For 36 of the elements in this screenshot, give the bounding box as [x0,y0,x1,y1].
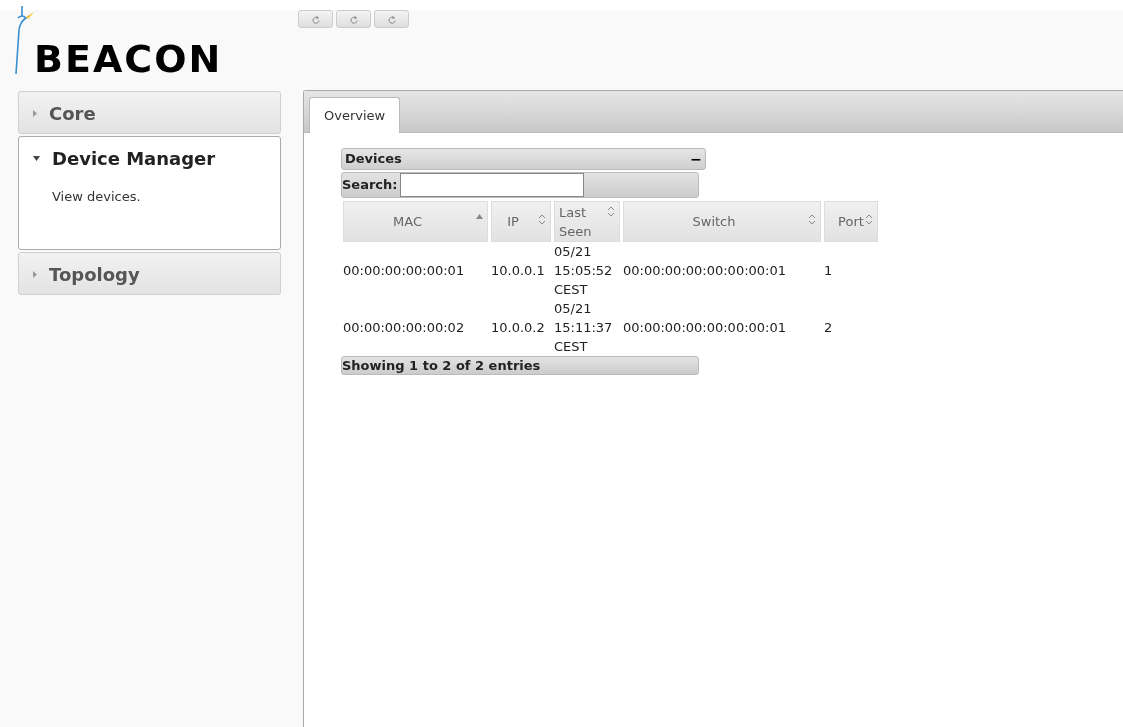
table-cell-text: 00:00:00:00:00:00:00:01 [623,319,787,337]
refresh-button[interactable] [374,10,410,28]
table-cell-text: 05/21 15:11:37 CEST [554,300,614,356]
caret-right-icon [33,109,37,117]
section-description: View devices. [51,188,141,206]
table-cell-text: 00:00:00:00:00:02 [343,319,466,337]
column-header[interactable]: Switch [623,201,821,242]
caret-right-icon [33,270,37,278]
accordion-header[interactable]: Device Manager [19,137,280,179]
column-header[interactable]: MAC [343,201,488,242]
accordion-header[interactable]: Topology [19,253,280,295]
refresh-button[interactable] [298,10,334,28]
column-header[interactable]: IP [491,201,551,242]
table-cell-text: 2 [824,319,834,337]
panel-title: Devices [345,150,402,169]
table-cell-text: 05/21 15:05:52 CEST [554,243,614,299]
table-cell-text: 10.0.0.1 [491,262,546,280]
table-cell-text: 1 [824,262,834,280]
table-cell-text: 10.0.0.2 [491,319,546,337]
accordion-header[interactable]: Core [19,92,280,134]
collapse-button[interactable]: − [690,152,702,166]
refresh-icon [311,14,320,24]
search-field[interactable] [399,173,584,197]
lighthouse-icon [14,4,34,76]
refresh-icon [349,14,358,24]
refresh-button[interactable] [336,10,372,28]
table-cell-text: 00:00:00:00:00:00:00:01 [623,262,787,280]
table-info: Showing 1 to 2 of 2 entries [341,356,699,375]
column-header[interactable]: Last Seen [554,201,620,242]
tab[interactable]: Overview [309,97,401,133]
caret-down-icon [33,155,40,161]
column-header[interactable]: Port [824,201,878,242]
table-cell-text: 00:00:00:00:00:01 [343,262,466,280]
refresh-icon [387,14,396,24]
logo-text: BEACON [34,40,223,78]
search-label: Search: [342,176,398,195]
